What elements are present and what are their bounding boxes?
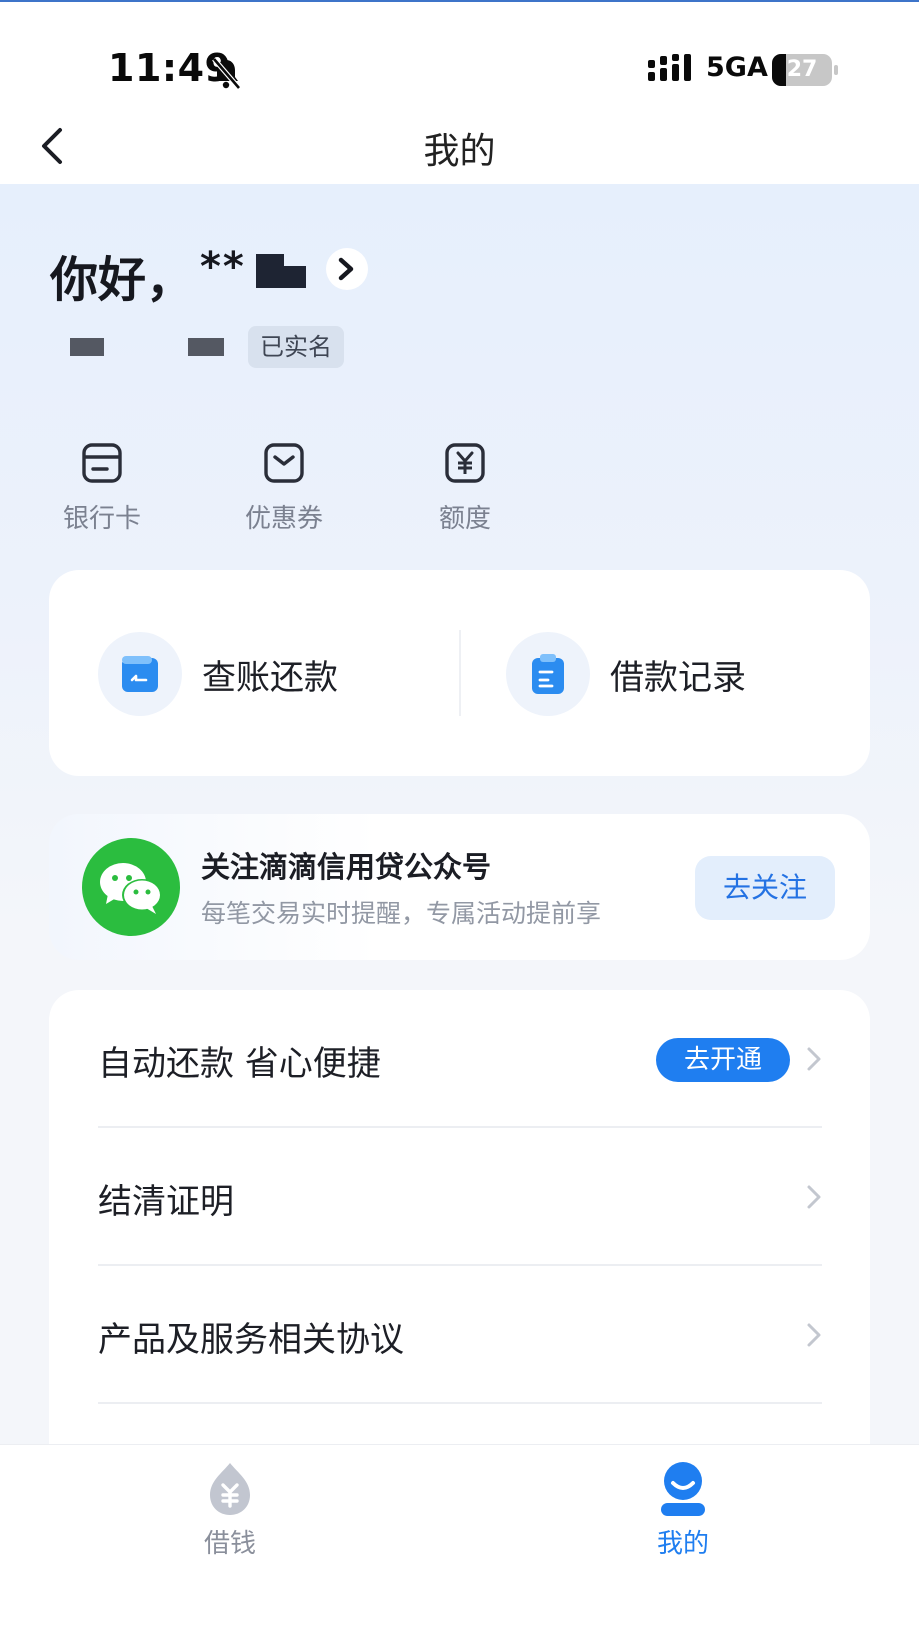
follow-button[interactable]: 去关注 xyxy=(695,856,835,920)
profile-detail-button[interactable] xyxy=(326,248,368,290)
menu-item-settlement-proof[interactable]: 结清证明 xyxy=(98,1128,822,1266)
phone-redaction xyxy=(188,338,224,356)
chevron-right-icon xyxy=(807,1047,821,1071)
wechat-logo xyxy=(82,838,180,936)
masked-user-name: ** xyxy=(200,244,246,290)
coupon-icon xyxy=(264,443,304,483)
chevron-right-icon xyxy=(807,1323,821,1347)
greeting-text: 你好， xyxy=(50,252,195,308)
phone-redaction xyxy=(70,338,104,356)
tab-bar: 借钱 我的 xyxy=(0,1444,919,1633)
quick-link-bank-card[interactable]: 银行卡 xyxy=(42,440,162,535)
quick-link-label: 银行卡 xyxy=(62,504,141,534)
menu-card: 自动还款 省心便捷 去开通 结清证明 产品及服务相关协议 xyxy=(49,990,870,1470)
battery-icon: 27 xyxy=(772,54,838,86)
menu-item-label: 结清证明 xyxy=(98,1182,234,1222)
page-title: 我的 xyxy=(423,131,496,172)
menu-item-label: 自动还款 省心便捷 xyxy=(98,1044,381,1084)
quick-link-label: 优惠券 xyxy=(244,504,323,534)
bank-card-icon xyxy=(82,443,122,483)
feature-card: 查账还款 借款记录 xyxy=(49,570,870,776)
menu-item-agreements[interactable]: 产品及服务相关协议 xyxy=(98,1266,822,1404)
name-redaction xyxy=(284,266,306,288)
quick-link-coupon[interactable]: 优惠券 xyxy=(224,440,344,535)
menu-item-label: 产品及服务相关协议 xyxy=(98,1320,404,1360)
menu-item-auto-repay[interactable]: 自动还款 省心便捷 去开通 xyxy=(98,990,822,1128)
quick-link-label: 额度 xyxy=(438,504,491,534)
network-type: 5GA xyxy=(706,52,768,83)
row-divider xyxy=(98,1402,822,1404)
wechat-promo-subtitle: 每笔交易实时提醒，专属活动提前享 xyxy=(201,899,602,928)
tab-mine[interactable]: 我的 xyxy=(623,1459,743,1560)
loan-records-label: 借款记录 xyxy=(610,658,746,698)
wechat-promo-card[interactable]: 关注滴滴信用贷公众号 每笔交易实时提醒，专属活动提前享 去关注 xyxy=(49,814,870,960)
bell-muted-icon xyxy=(212,57,241,90)
status-bar: 11:49 5GA 27 xyxy=(0,2,919,112)
wechat-icon xyxy=(100,863,162,914)
user-profile-icon xyxy=(661,1462,705,1516)
credit-limit-icon xyxy=(445,443,485,483)
vertical-divider xyxy=(459,630,461,716)
tab-label: 我的 xyxy=(656,1529,709,1559)
tab-label: 借钱 xyxy=(203,1529,256,1559)
nav-bar: 我的 xyxy=(0,112,919,184)
verified-badge: 已实名 xyxy=(248,326,344,368)
quick-link-credit-limit[interactable]: 额度 xyxy=(405,440,525,535)
enable-button[interactable]: 去开通 xyxy=(656,1038,790,1082)
tab-borrow[interactable]: 借钱 xyxy=(170,1459,290,1560)
wallet-icon xyxy=(122,656,158,692)
name-redaction xyxy=(256,254,284,288)
chevron-right-icon xyxy=(338,257,354,281)
wechat-promo-title: 关注滴滴信用贷公众号 xyxy=(201,850,492,884)
document-icon xyxy=(532,654,564,694)
borrow-money-icon xyxy=(210,1463,250,1515)
signal-icon xyxy=(648,54,691,81)
repay-label: 查账还款 xyxy=(202,658,338,698)
battery-level: 27 xyxy=(786,57,818,82)
chevron-right-icon xyxy=(807,1185,821,1209)
